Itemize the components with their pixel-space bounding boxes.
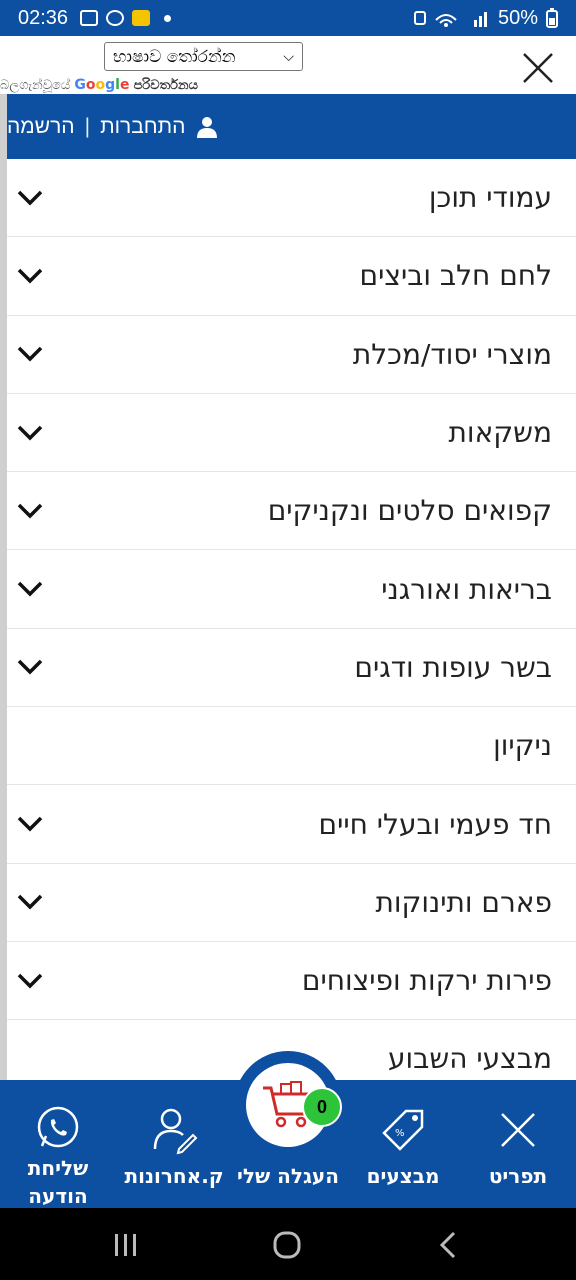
chevron-down-icon[interactable] <box>15 579 45 599</box>
battery-level: 50% <box>497 6 538 29</box>
menu-item-label: משקאות <box>448 416 552 450</box>
menu-item-frozen[interactable]: קפואים סלטים ונקניקים <box>7 472 576 551</box>
menu-item-fruits-vegetables[interactable]: פירות ירקות ופיצוחים <box>7 942 576 1021</box>
whatsapp-icon <box>34 1104 82 1152</box>
menu-item-content-pages[interactable]: עמודי תוכן <box>7 159 576 238</box>
chevron-down-icon[interactable] <box>15 814 45 834</box>
app-icon <box>132 10 151 26</box>
category-menu: עמודי תוכן לחם חלב וביצים מוצרי יסוד/מכל… <box>7 159 576 1099</box>
menu-item-label: בריאות ואורגני <box>381 572 552 606</box>
translate-word: පරිවර්තනය <box>133 78 198 93</box>
deals-label: מבצעים <box>366 1164 440 1188</box>
cart-label: העגלה שלי <box>237 1164 339 1188</box>
recent-purchases-button[interactable]: ק.אחרונות <box>118 1080 230 1208</box>
google-logo: Google <box>74 77 130 93</box>
menu-item-meat-fish[interactable]: בשר עופות ודגים <box>7 629 576 708</box>
menu-item-label: קפואים סלטים ונקניקים <box>267 494 552 528</box>
dot-icon <box>164 14 172 22</box>
close-icon <box>496 1104 540 1156</box>
menu-item-label: מבצעי השבוע <box>388 1042 552 1076</box>
login-link[interactable]: התחברות <box>100 115 185 139</box>
menu-button[interactable]: תפריט <box>466 1080 570 1208</box>
lock-icon <box>413 11 426 25</box>
send-message-line2: הודעה <box>28 1184 88 1208</box>
menu-item-label: עמודי תוכן <box>428 181 552 215</box>
menu-item-label: לחם חלב וביצים <box>359 259 552 293</box>
powered-prefix: බලගැන්වූයේ <box>0 78 71 93</box>
chevron-down-icon: ⌵ <box>283 48 294 65</box>
menu-label: תפריט <box>488 1164 548 1188</box>
menu-item-health-organic[interactable]: בריאות ואורגני <box>7 550 576 629</box>
menu-item-label: מוצרי יסוד/מכלת <box>352 337 552 371</box>
back-icon[interactable] <box>436 1230 460 1260</box>
menu-item-label: פארם ותינוקות <box>375 885 552 919</box>
language-select[interactable]: භාෂාව තෝරන්න ⌵ <box>104 42 303 71</box>
status-bar: 02:36 50% <box>0 0 576 36</box>
chevron-down-icon[interactable] <box>15 266 45 286</box>
powered-by-google[interactable]: බලගැන්වූයේ Google පරිවර්තනය <box>0 77 198 93</box>
chevron-down-icon[interactable] <box>15 657 45 677</box>
language-select-label: භාෂාව තෝරන්න <box>113 46 236 67</box>
menu-item-pharm-babies[interactable]: פארם ותינוקות <box>7 864 576 942</box>
chevron-down-icon[interactable] <box>15 501 45 521</box>
user-edit-icon <box>149 1104 199 1156</box>
menu-item-drinks[interactable]: משקאות <box>7 394 576 473</box>
menu-item-basic-products[interactable]: מוצרי יסוד/מכלת <box>7 316 576 394</box>
home-icon[interactable] <box>272 1231 302 1259</box>
close-icon[interactable] <box>516 46 560 90</box>
menu-item-label: בשר עופות ודגים <box>354 650 552 684</box>
deals-button[interactable]: % מבצעים <box>356 1080 450 1208</box>
menu-item-cleaning[interactable]: ניקיון <box>7 707 576 786</box>
signal-icon <box>435 12 487 27</box>
whatsapp-icon <box>106 10 125 26</box>
login-separator: | <box>84 114 91 138</box>
panel-edge <box>0 36 7 1080</box>
svg-text:%: % <box>395 1128 405 1139</box>
menu-item-disposable-pets[interactable]: חד פעמי ובעלי חיים <box>7 785 576 864</box>
menu-item-label: חד פעמי ובעלי חיים <box>318 807 553 841</box>
tag-icon: % <box>378 1104 428 1156</box>
login-bar: התחברות | הרשמה <box>7 94 576 159</box>
register-link[interactable]: הרשמה <box>7 115 75 139</box>
android-nav-bar <box>0 1208 576 1280</box>
gallery-icon <box>80 10 99 26</box>
recent-purchases-label: ק.אחרונות <box>124 1164 224 1188</box>
translate-widget: භාෂාව තෝරන්න ⌵ බලගැන්වූයේ Google පරිවර්ත… <box>0 36 576 94</box>
notification-icons <box>80 10 172 26</box>
recent-apps-icon[interactable] <box>112 1232 140 1258</box>
battery-icon <box>546 8 558 28</box>
system-icons: 50% <box>413 6 558 30</box>
chevron-down-icon[interactable] <box>15 423 45 443</box>
menu-item-bread-dairy-eggs[interactable]: לחם חלב וביצים <box>7 237 576 316</box>
chevron-down-icon[interactable] <box>15 971 45 991</box>
send-message-button[interactable]: שליחת הודעה <box>8 1080 108 1208</box>
user-icon <box>197 116 218 138</box>
status-time: 02:36 <box>18 6 69 29</box>
chevron-down-icon[interactable] <box>15 892 45 912</box>
menu-item-label: ניקיון <box>493 729 552 763</box>
menu-item-label: פירות ירקות ופיצוחים <box>301 964 552 998</box>
cart-count-badge: 0 <box>302 1087 342 1127</box>
send-message-line1: שליחת <box>27 1156 89 1180</box>
chevron-down-icon[interactable] <box>15 188 45 208</box>
chevron-down-icon[interactable] <box>15 344 45 364</box>
